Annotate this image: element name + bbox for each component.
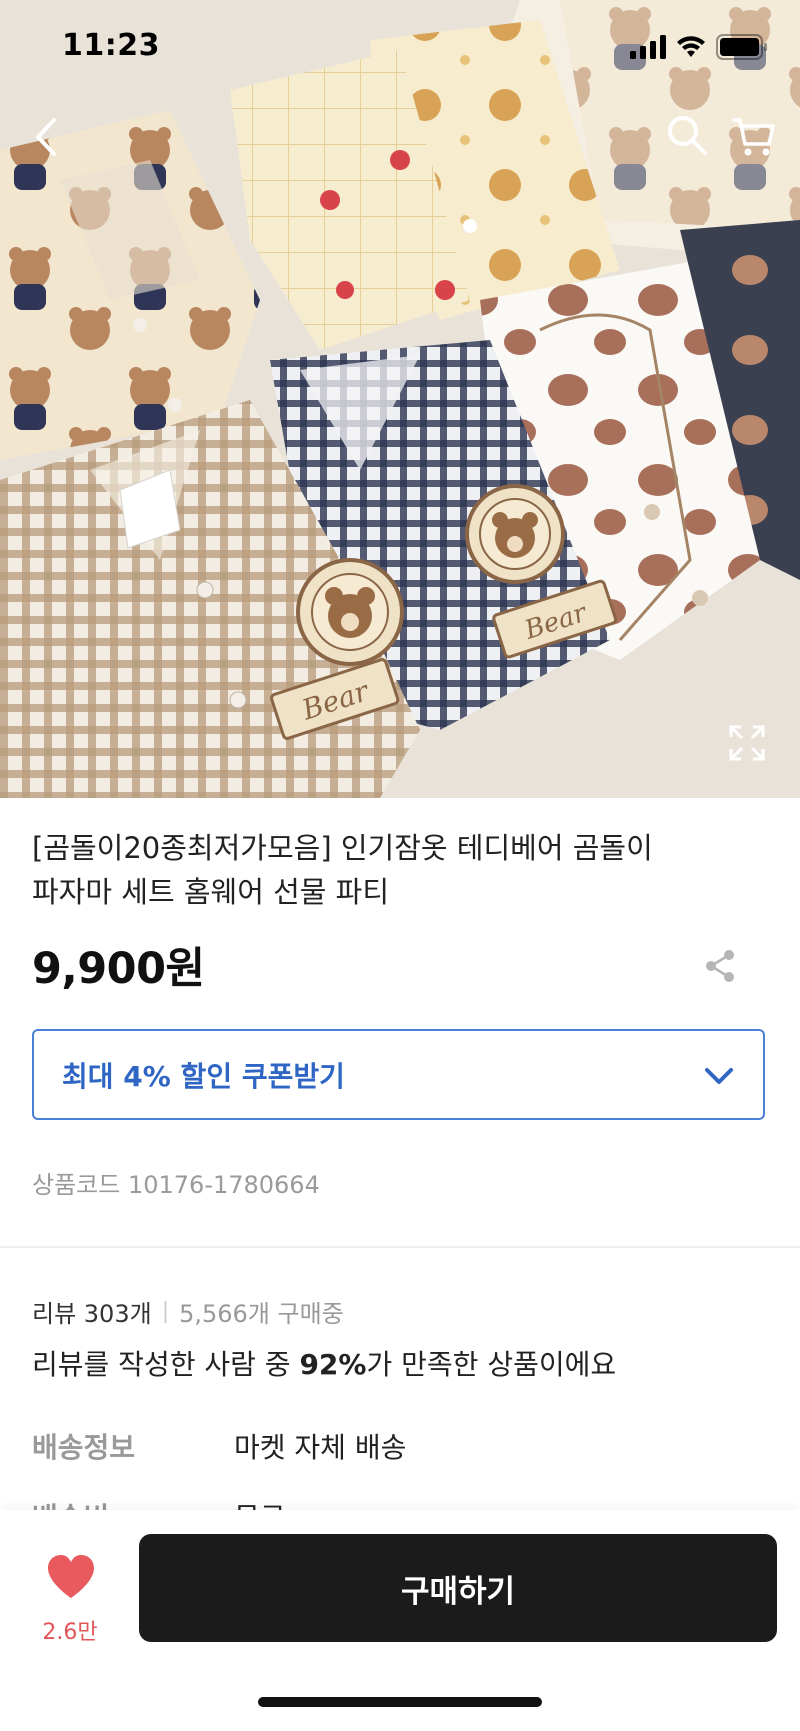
status-time: 11:23 — [62, 28, 160, 63]
review-summary[interactable]: 리뷰 303개 | 5,566개 구매중 — [32, 1294, 344, 1329]
battery-icon — [716, 34, 767, 60]
purchase-count: 5,566개 구매중 — [179, 1300, 344, 1328]
home-indicator — [258, 1697, 542, 1707]
share-icon[interactable] — [700, 946, 740, 986]
status-bar: 11:23 — [0, 0, 800, 100]
product-title: [곰돌이20종최저가모음] 인기잠옷 테디베어 곰돌이 파자마 세트 홈웨어 선… — [32, 826, 752, 914]
heart-icon — [48, 1555, 94, 1598]
chevron-down-icon — [705, 1068, 733, 1084]
product-image[interactable]: Bear Bear 11:23 — [0, 0, 800, 798]
signal-icon — [630, 35, 666, 59]
product-title-line2: 파자마 세트 홈웨어 선물 파티 — [32, 875, 390, 909]
product-code: 상품코드 10176-1780664 — [32, 1171, 320, 1199]
shipping-info-value: 마켓 자체 배송 — [234, 1431, 407, 1464]
product-price: 9,900원 — [32, 944, 205, 994]
satisfaction-percent: 92% — [299, 1348, 367, 1381]
chevron-left-icon[interactable] — [26, 112, 70, 162]
review-separator: | — [161, 1299, 170, 1324]
status-icons — [630, 34, 768, 60]
coupon-button[interactable]: 최대 4% 할인 쿠폰받기 — [32, 1029, 765, 1120]
search-icon[interactable] — [664, 112, 710, 158]
satisfaction-prefix: 리뷰를 작성한 사람 중 — [32, 1348, 300, 1381]
satisfaction-text: 리뷰를 작성한 사람 중 92%가 만족한 상품이에요 — [32, 1343, 616, 1383]
shipping-info-label: 배송정보 — [32, 1431, 136, 1464]
buy-button[interactable]: 구매하기 — [139, 1534, 777, 1642]
like-count: 2.6만 — [42, 1620, 98, 1645]
expand-icon[interactable] — [728, 724, 766, 762]
section-divider — [0, 1246, 800, 1248]
product-title-line1: [곰돌이20종최저가모음] 인기잠옷 테디베어 곰돌이 — [32, 831, 653, 865]
satisfaction-suffix: 가 만족한 상품이에요 — [366, 1348, 617, 1381]
like-button[interactable]: 2.6만 — [36, 1554, 104, 1654]
coupon-label: 최대 4% 할인 쿠폰받기 — [62, 1060, 345, 1093]
cart-icon[interactable] — [730, 112, 778, 160]
review-count[interactable]: 리뷰 303개 — [32, 1294, 152, 1329]
wifi-icon — [677, 36, 705, 57]
